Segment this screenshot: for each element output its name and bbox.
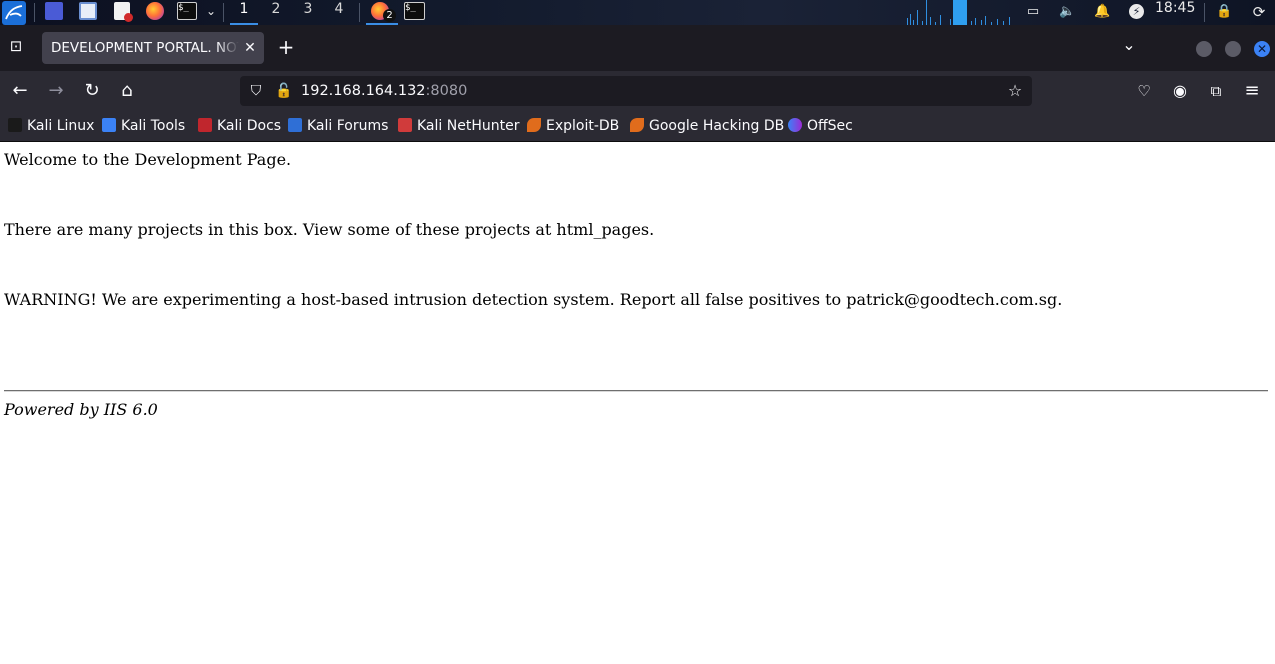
kali-tools-icon — [102, 118, 116, 132]
warning-text: WARNING! We are experimenting a host-bas… — [4, 290, 1063, 309]
browser-tab-bar: ⊡ DEVELOPMENT PORTAL. NOT FOR OUTSIDERS … — [0, 25, 1275, 71]
bookmark-kali-linux[interactable]: Kali Linux — [8, 111, 94, 142]
insecure-lock-icon[interactable]: 🔓 — [275, 83, 292, 99]
minimize-window-button[interactable] — [1196, 41, 1212, 57]
kali-menu-icon[interactable] — [2, 1, 26, 25]
url-host: 192.168.164.132 — [301, 83, 426, 99]
hamburger-menu-icon[interactable]: ≡ — [1240, 79, 1264, 103]
bookmark-google-hacking-db[interactable]: Google Hacking DB — [630, 111, 784, 142]
exploit-db-icon — [527, 118, 541, 132]
close-tab-icon[interactable]: ✕ — [242, 32, 258, 64]
bookmark-kali-docs[interactable]: Kali Docs — [198, 111, 281, 142]
bookmark-label: Kali Linux — [27, 118, 95, 134]
bookmark-label: OffSec — [807, 118, 853, 134]
close-window-button[interactable]: ✕ — [1254, 41, 1270, 57]
cpu-graph — [907, 0, 1010, 25]
bookmark-label: Exploit-DB — [546, 118, 620, 134]
bookmarks-toolbar: Kali Linux Kali Tools Kali Docs Kali For… — [0, 111, 1275, 142]
terminal-launcher-icon[interactable]: $_ — [177, 2, 197, 20]
notification-bell-icon[interactable]: 🔔 — [1094, 4, 1110, 20]
bookmark-label: Kali Tools — [121, 118, 186, 134]
offsec-icon — [788, 118, 802, 132]
bookmark-label: Kali Forums — [307, 118, 389, 134]
url-text[interactable]: 192.168.164.132:8080 — [301, 76, 467, 106]
kali-nethunter-icon — [398, 118, 412, 132]
taskbar-separator — [223, 3, 224, 22]
account-icon[interactable]: ◉ — [1168, 79, 1192, 103]
browser-tab[interactable]: DEVELOPMENT PORTAL. NOT FOR OUTSIDERS OR… — [42, 32, 264, 64]
power-status-icon[interactable]: ⚡ — [1129, 4, 1144, 19]
clock[interactable]: 18:45 — [1155, 0, 1195, 20]
logout-icon[interactable]: ⟳ — [1251, 4, 1267, 20]
bookmark-kali-tools[interactable]: Kali Tools — [102, 111, 185, 142]
bookmark-label: Kali Docs — [217, 118, 282, 134]
firefox-view-icon[interactable]: ⊡ — [6, 37, 26, 57]
web-page-content: Welcome to the Development Page. There a… — [0, 142, 1275, 664]
firefox-window-button[interactable]: 2 — [366, 0, 398, 25]
bookmark-label: Kali NetHunter — [417, 118, 520, 134]
display-icon[interactable]: ▭ — [1025, 4, 1041, 20]
volume-icon[interactable]: 🔈 — [1059, 4, 1075, 20]
desktop-icon[interactable] — [45, 2, 63, 20]
url-bar[interactable]: ⛉ 🔓 192.168.164.132:8080 ☆ — [240, 76, 1032, 106]
welcome-text: Welcome to the Development Page. — [4, 150, 292, 169]
taskbar-separator — [34, 3, 35, 22]
workspace-1[interactable]: 1 — [230, 0, 258, 25]
forward-arrow-icon[interactable]: → — [44, 79, 68, 103]
lock-screen-icon[interactable]: 🔒 — [1216, 4, 1232, 20]
back-arrow-icon[interactable]: ← — [8, 79, 32, 103]
projects-text: There are many projects in this box. Vie… — [4, 220, 655, 239]
bookmark-kali-nethunter[interactable]: Kali NetHunter — [398, 111, 519, 142]
terminal-window-icon[interactable]: $_ — [404, 2, 425, 20]
bookmark-kali-forums[interactable]: Kali Forums — [288, 111, 388, 142]
bookmark-offsec[interactable]: OffSec — [788, 111, 853, 142]
maximize-window-button[interactable] — [1225, 41, 1241, 57]
workspace-3[interactable]: 3 — [294, 0, 322, 25]
bookmark-label: Google Hacking DB — [649, 118, 785, 134]
url-port: :8080 — [425, 83, 468, 99]
window-count-badge: 2 — [383, 9, 396, 22]
home-icon[interactable]: ⌂ — [115, 79, 139, 103]
workspace-4[interactable]: 4 — [325, 0, 353, 25]
footer-text: Powered by IIS 6.0 — [4, 400, 158, 419]
horizontal-rule — [4, 390, 1268, 392]
taskbar-separator — [1204, 3, 1205, 22]
kali-docs-icon — [198, 118, 212, 132]
kali-dragon-icon — [8, 118, 22, 132]
tracking-protection-shield-icon[interactable]: ⛉ — [248, 83, 264, 99]
system-taskbar: $_ ⌄ 1 2 3 4 2 $_ ▭ 🔈 🔔 ⚡ 18:45 🔒 ⟳ — [0, 0, 1275, 25]
chevron-down-icon[interactable]: ⌄ — [202, 2, 220, 20]
kali-forums-icon — [288, 118, 302, 132]
bookmark-exploit-db[interactable]: Exploit-DB — [527, 111, 619, 142]
workspace-2[interactable]: 2 — [262, 0, 290, 25]
google-hacking-db-icon — [630, 118, 644, 132]
pocket-icon[interactable]: ♡ — [1132, 79, 1156, 103]
extensions-icon[interactable]: ⧉ — [1204, 79, 1228, 103]
list-all-tabs-icon[interactable]: ⌄ — [1119, 35, 1139, 57]
tab-title: DEVELOPMENT PORTAL. NOT FOR OUTSIDERS OR… — [51, 40, 239, 56]
new-tab-icon[interactable]: + — [276, 35, 296, 59]
reload-icon[interactable]: ↻ — [80, 79, 104, 103]
taskbar-separator — [359, 3, 360, 22]
text-editor-icon[interactable] — [114, 2, 133, 22]
bookmark-star-icon[interactable]: ☆ — [1007, 83, 1023, 99]
navigation-toolbar: ← → ↻ ⌂ ⛉ 🔓 192.168.164.132:8080 ☆ ♡ ◉ ⧉… — [0, 71, 1275, 111]
firefox-launcher-icon[interactable] — [146, 2, 164, 20]
file-manager-icon[interactable] — [79, 2, 97, 20]
